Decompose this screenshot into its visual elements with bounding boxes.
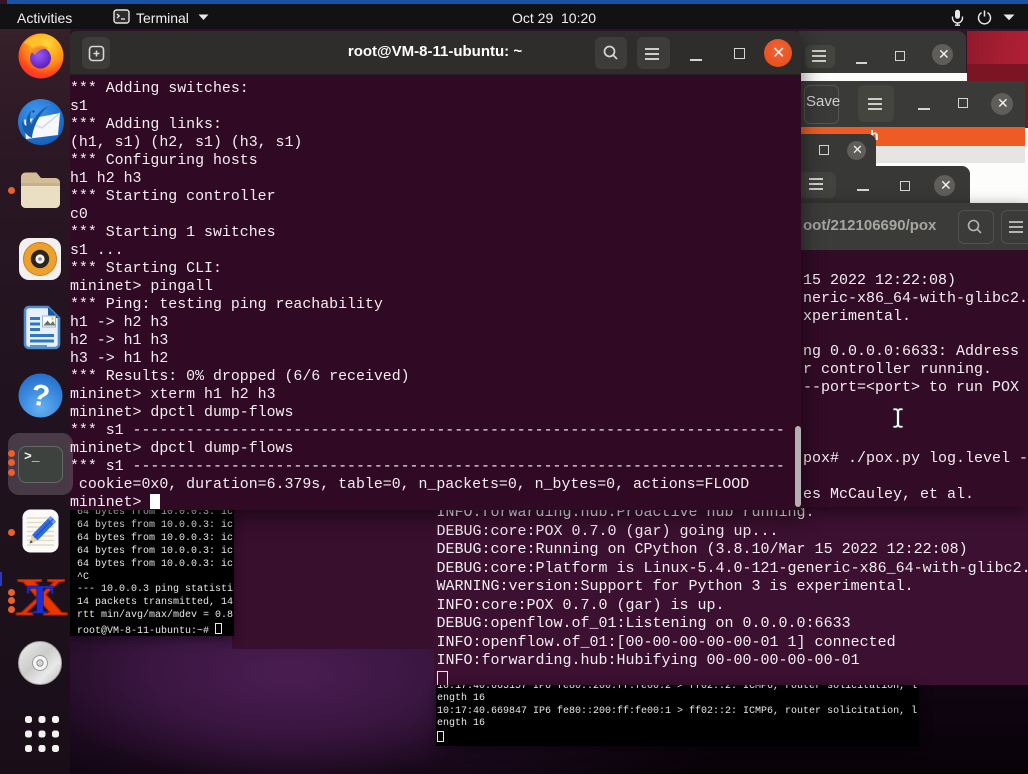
svg-text:T: T bbox=[26, 576, 53, 622]
